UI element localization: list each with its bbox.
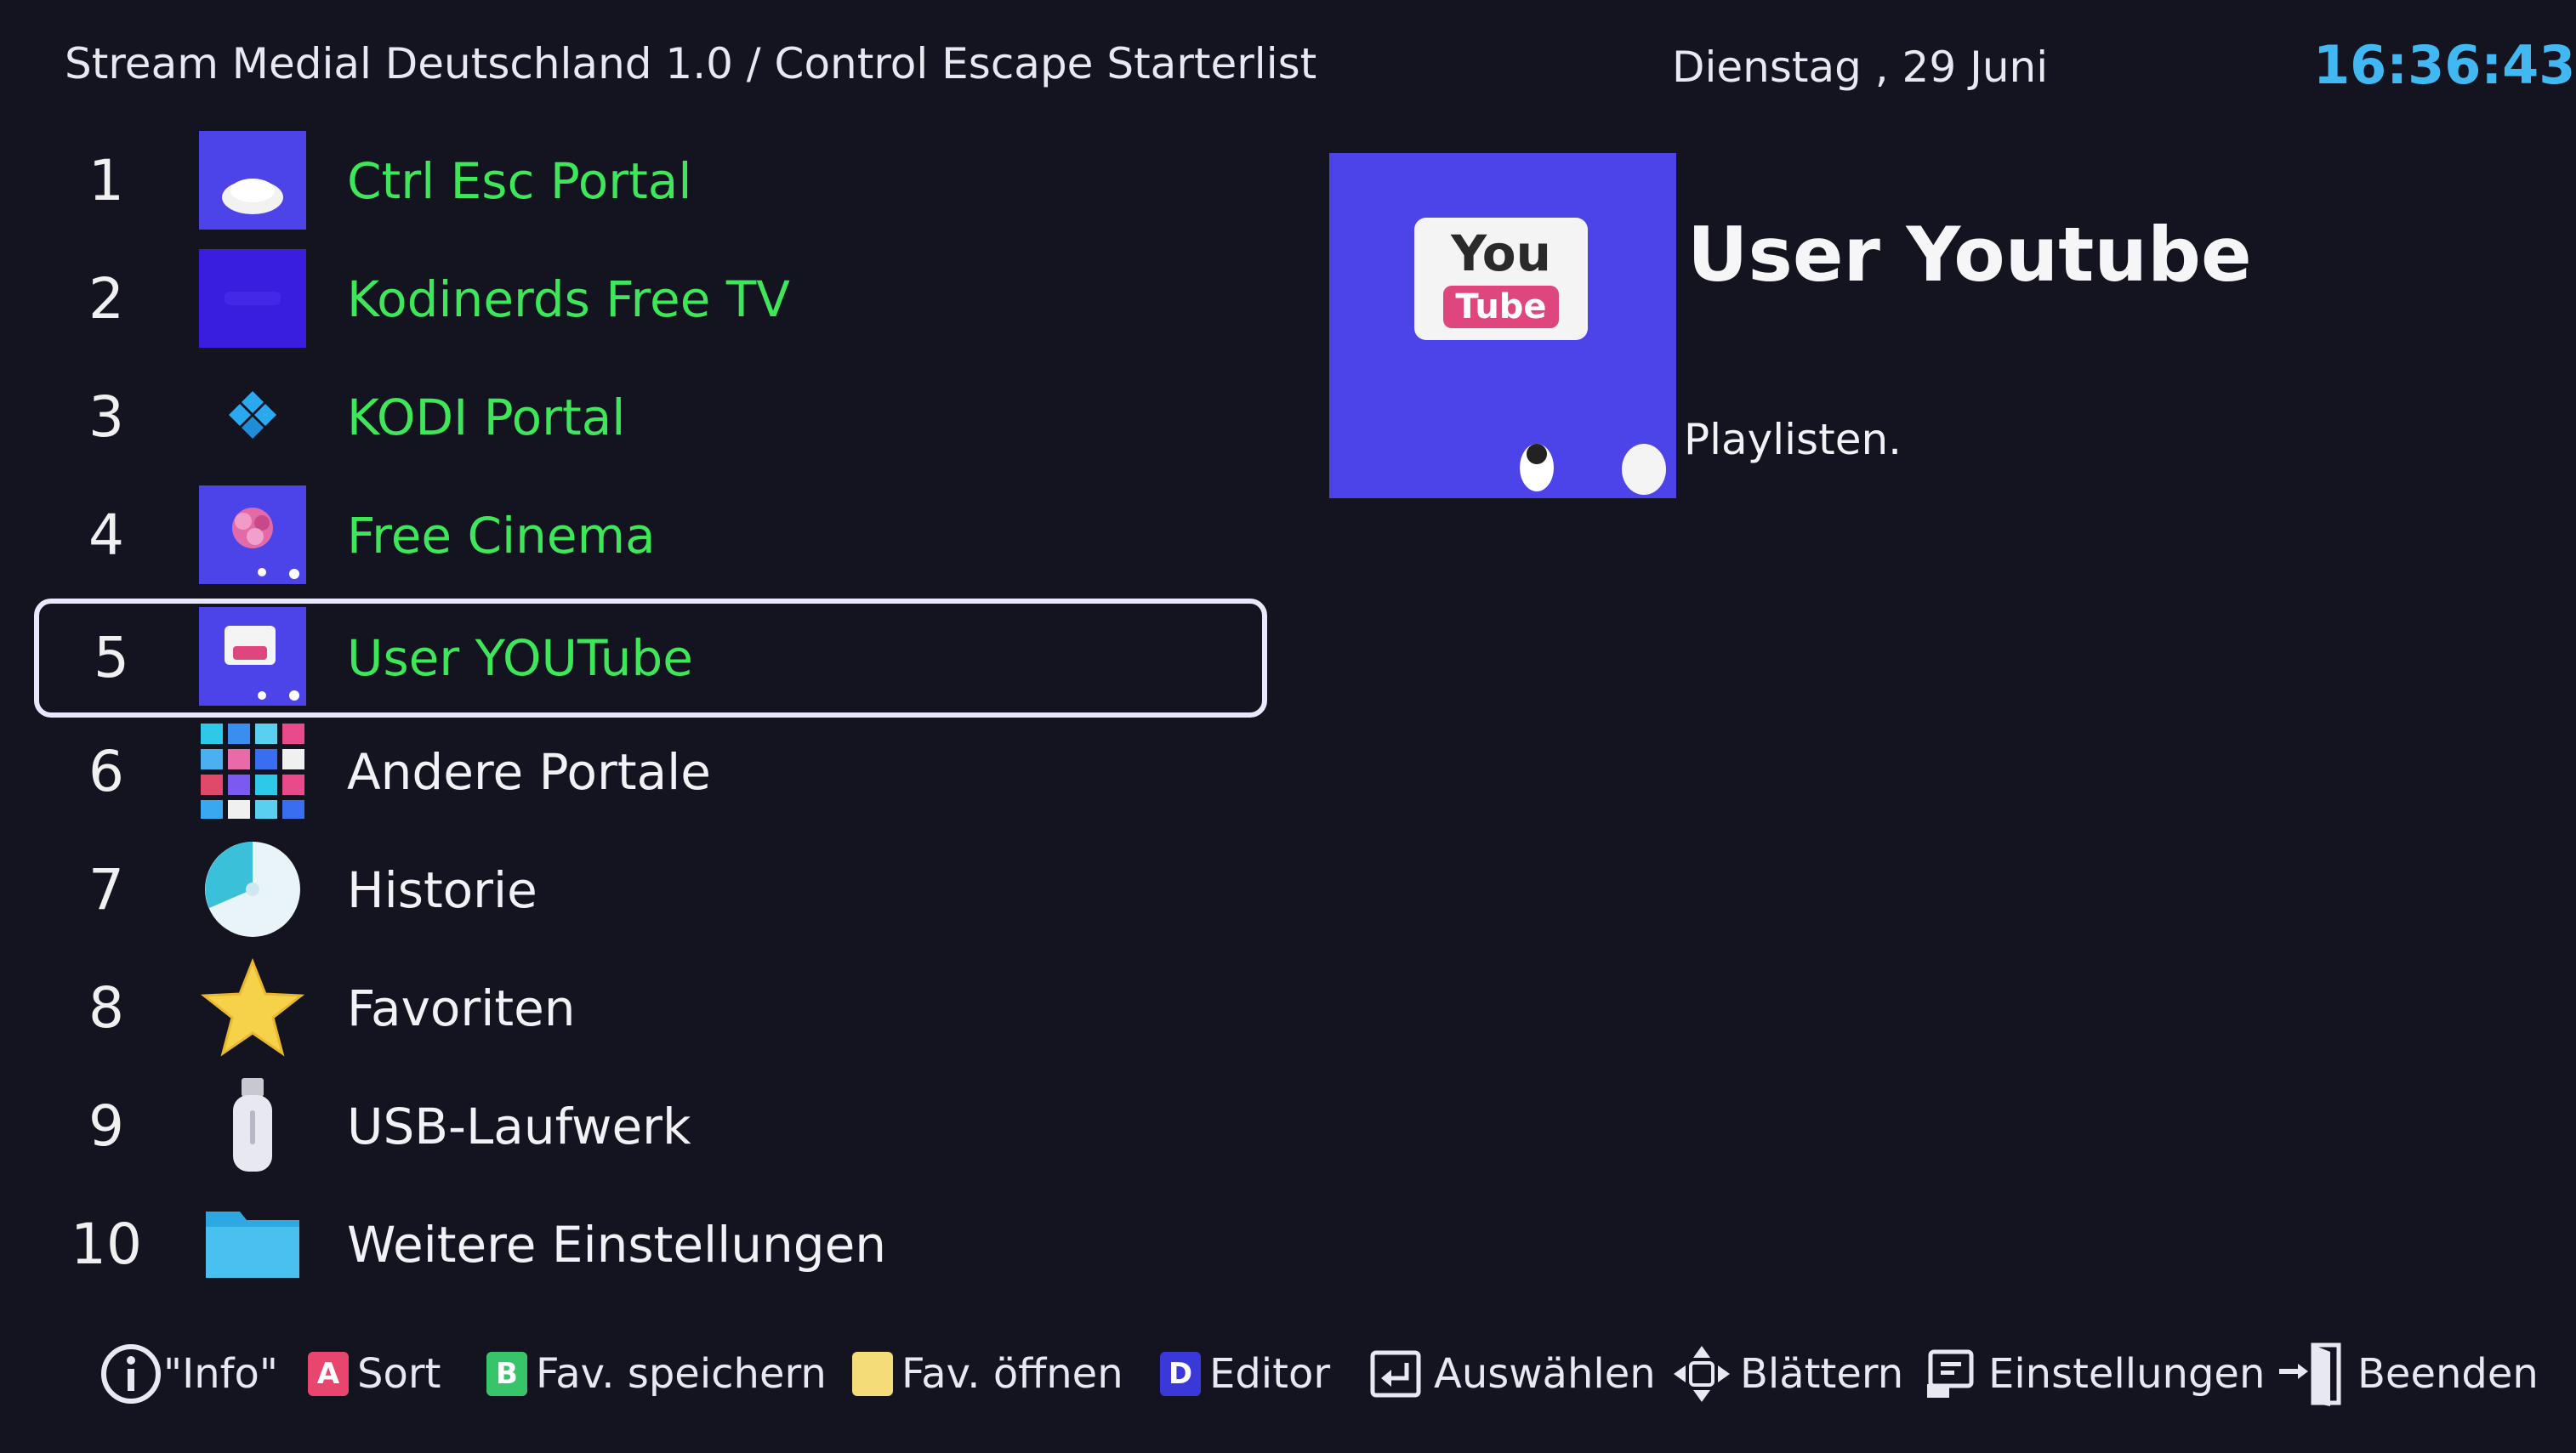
- kodi-logo-icon: [199, 366, 306, 468]
- date-display: Dienstag , 29 Juni: [1672, 43, 2049, 92]
- footer-settings[interactable]: Einstellungen: [1925, 1331, 2265, 1416]
- apps-grid-icon: [199, 720, 306, 822]
- youtube-logo-tube: Tube: [1443, 286, 1559, 328]
- list-item-label: KODI Portal: [347, 389, 626, 446]
- list-item-label: Free Cinema: [347, 507, 656, 565]
- list-item-number: 1: [88, 148, 124, 213]
- youtube-logo-icon: [199, 605, 306, 707]
- footer-editor[interactable]: D Editor: [1160, 1331, 1330, 1416]
- exit-door-icon: [2279, 1342, 2341, 1406]
- list-item-kodinerds-free-tv[interactable]: 2 Kodinerds Free TV: [34, 244, 1267, 355]
- footer-select-label: Auswählen: [1434, 1350, 1656, 1398]
- footer-fav-open-label: Fav. öffnen: [901, 1350, 1123, 1398]
- enter-icon: [1370, 1350, 1421, 1398]
- list-item-label: Historie: [347, 861, 537, 919]
- footer-quit-label: Beenden: [2357, 1350, 2539, 1398]
- folder-icon: [199, 1193, 306, 1295]
- dpad-arrows-icon: [1674, 1346, 1730, 1402]
- list-item-free-cinema[interactable]: 4 Free Cinema: [34, 480, 1267, 591]
- list-item-favoriten[interactable]: 8 Favoriten: [34, 953, 1267, 1064]
- list-item-label: Weitere Einstellungen: [347, 1216, 887, 1274]
- kodinerds-logo-icon: [199, 247, 306, 349]
- footer-fav-open[interactable]: Fav. öffnen: [852, 1331, 1123, 1416]
- list-item-ctrl-esc-portal[interactable]: 1 Ctrl Esc Portal: [34, 126, 1267, 236]
- list-item-number: 9: [88, 1093, 124, 1159]
- youtube-logo-icon: You Tube: [1414, 218, 1588, 340]
- history-disc-icon: [199, 838, 306, 940]
- list-item-number: 8: [88, 975, 124, 1041]
- footer-info[interactable]: "Info": [100, 1331, 278, 1416]
- list-item-number: 3: [88, 384, 124, 450]
- footer-settings-label: Einstellungen: [1988, 1350, 2266, 1398]
- list-item-number: 4: [88, 502, 124, 568]
- mascot-figures-icon: [1520, 444, 1666, 495]
- footer-browse-label: Blättern: [1740, 1350, 1904, 1398]
- detail-description: Playlisten.: [1684, 415, 1902, 464]
- list-item-number: 6: [88, 739, 124, 804]
- youtube-logo-you: You: [1451, 224, 1551, 282]
- red-key-icon: A: [308, 1352, 349, 1396]
- list-item-label: Ctrl Esc Portal: [347, 152, 692, 210]
- header-bar: Stream Medial Deutschland 1.0 / Control …: [0, 34, 2576, 102]
- detail-title: User Youtube: [1687, 211, 2252, 298]
- footer-quit[interactable]: Beenden: [2277, 1331, 2539, 1416]
- app-title: Stream Medial Deutschland 1.0 / Control …: [65, 39, 1317, 88]
- list-item-label: Favoriten: [347, 979, 576, 1037]
- list-item-weitere-einstellungen[interactable]: 10 Weitere Einstellungen: [34, 1189, 1267, 1300]
- settings-screen-icon: [1927, 1349, 1974, 1398]
- clock-display: 16:36:43: [2313, 34, 2576, 96]
- list-item-user-youtube[interactable]: 5 User YOUTube: [34, 599, 1267, 718]
- footer-fav-save[interactable]: B Fav. speichern: [486, 1331, 827, 1416]
- footer-browse[interactable]: Blättern: [1672, 1331, 1903, 1416]
- list-item-usb-laufwerk[interactable]: 9 USB-Laufwerk: [34, 1071, 1267, 1182]
- list-item-label: Kodinerds Free TV: [347, 270, 790, 328]
- footer-bar: "Info" A Sort B Fav. speichern Fav. öffn…: [94, 1331, 2560, 1416]
- list-item-label: Andere Portale: [347, 743, 711, 801]
- usb-drive-icon: [199, 1075, 306, 1177]
- list-item-number: 2: [88, 266, 124, 332]
- info-icon: [101, 1344, 161, 1404]
- list-item-number: 10: [71, 1212, 142, 1277]
- list-item-label: USB-Laufwerk: [347, 1098, 691, 1155]
- footer-info-label: "Info": [163, 1350, 278, 1398]
- list-item-label: User YOUTube: [347, 629, 693, 687]
- footer-fav-save-label: Fav. speichern: [536, 1350, 827, 1398]
- yellow-key-icon: [852, 1352, 893, 1396]
- free-cinema-logo-icon: [199, 484, 306, 586]
- list-item-andere-portale[interactable]: 6 Andere Portale: [34, 717, 1267, 827]
- portal-logo-icon: [199, 129, 306, 231]
- footer-select[interactable]: Auswählen: [1369, 1331, 1656, 1416]
- footer-editor-label: Editor: [1209, 1350, 1331, 1398]
- green-key-icon: B: [486, 1352, 527, 1396]
- preview-thumbnail: You Tube: [1329, 153, 1676, 498]
- list-item-number: 7: [88, 857, 124, 922]
- list-item-historie[interactable]: 7 Historie: [34, 835, 1267, 945]
- star-icon: [199, 956, 306, 1059]
- footer-sort-label: Sort: [357, 1350, 441, 1398]
- list-item-kodi-portal[interactable]: 3 KODI Portal: [34, 362, 1267, 473]
- blue-key-icon: D: [1160, 1352, 1201, 1396]
- list-item-number: 5: [94, 625, 129, 690]
- footer-sort[interactable]: A Sort: [308, 1331, 441, 1416]
